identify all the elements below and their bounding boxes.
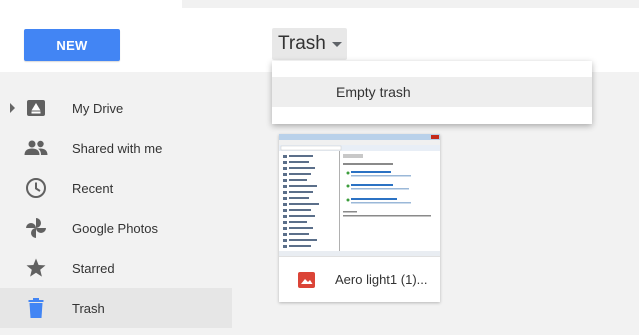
drive-icon [24,96,48,120]
sidebar: My Drive Shared with me Recent Google Ph… [0,88,232,328]
file-thumbnail [279,134,440,256]
location-dropdown[interactable]: Trash [272,28,347,60]
people-icon [24,136,48,160]
file-card-footer: Aero light1 (1)... [279,256,440,302]
sidebar-item-trash[interactable]: Trash [0,288,232,328]
sidebar-item-label: Recent [72,180,114,196]
sidebar-item-label: Trash [72,300,105,316]
sidebar-item-label: Google Photos [72,220,159,236]
image-file-icon [298,272,315,288]
sidebar-item-recent[interactable]: Recent [0,168,232,208]
caret-down-icon [331,41,342,47]
file-name: Aero light1 (1)... [335,272,428,287]
location-title: Trash [278,33,326,54]
pinwheel-icon [24,216,48,240]
sidebar-item-label: Shared with me [72,140,163,156]
expand-arrow-icon[interactable] [10,103,15,113]
trash-icon [24,296,48,320]
clock-icon [24,176,48,200]
sidebar-item-shared-with-me[interactable]: Shared with me [0,128,232,168]
sidebar-item-google-photos[interactable]: Google Photos [0,208,232,248]
file-card[interactable]: Aero light1 (1)... [279,134,440,302]
new-button[interactable]: NEW [24,29,120,61]
star-icon [24,256,48,280]
empty-trash-menu-item[interactable]: Empty trash [272,77,592,107]
sidebar-item-my-drive[interactable]: My Drive [0,88,232,128]
search-bar[interactable] [182,0,639,8]
sidebar-item-starred[interactable]: Starred [0,248,232,288]
sidebar-item-label: Starred [72,260,115,276]
location-menu: Empty trash [272,61,592,124]
sidebar-item-label: My Drive [72,100,124,116]
